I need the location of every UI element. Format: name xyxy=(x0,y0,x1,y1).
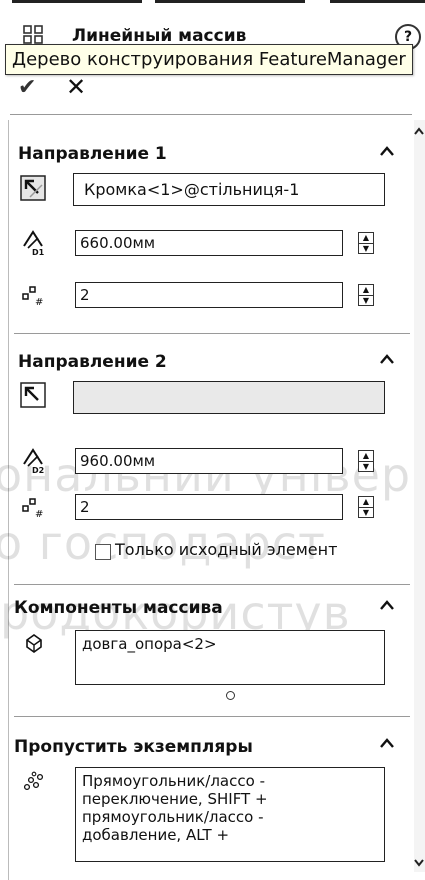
scroll-down-icon[interactable] xyxy=(413,858,425,868)
hint-line: добавление, ALT + xyxy=(82,826,230,844)
spin-up-icon[interactable]: ▲ xyxy=(359,451,373,462)
instances-count-icon: # xyxy=(22,498,43,520)
components-list[interactable]: довга_опора<2> xyxy=(75,630,385,685)
distance-badge: D2 xyxy=(32,466,45,475)
spin-up-icon[interactable]: ▲ xyxy=(359,497,373,508)
skip-instances-title: Пропустить экземпляры xyxy=(14,737,253,757)
direction-arrow-icon[interactable] xyxy=(20,382,46,408)
only-seed-checkbox[interactable] xyxy=(95,544,111,560)
svg-text:#: # xyxy=(35,509,43,520)
spin-down-icon[interactable]: ▼ xyxy=(359,296,373,306)
resize-handle[interactable] xyxy=(226,691,235,700)
hint-line: переключение, SHIFT + xyxy=(82,790,268,808)
direction2-count-input[interactable]: 2 xyxy=(75,494,343,520)
spin-up-icon[interactable]: ▲ xyxy=(359,233,373,244)
tab-indicator xyxy=(330,0,425,3)
scroll-up-icon[interactable] xyxy=(413,126,425,136)
hint-line: Прямоугольник/лассо - xyxy=(82,772,265,790)
cancel-button[interactable]: ✕ xyxy=(66,73,86,101)
divider xyxy=(14,333,410,334)
collapse-chevron-icon[interactable] xyxy=(378,735,396,753)
collapse-chevron-icon[interactable] xyxy=(378,597,396,615)
components-title: Компоненты массива xyxy=(14,598,223,618)
spin-down-icon[interactable]: ▼ xyxy=(359,508,373,518)
spin-up-icon[interactable]: ▲ xyxy=(359,285,373,296)
direction1-count-spinner[interactable]: ▲ ▼ xyxy=(358,284,374,306)
direction2-title: Направление 2 xyxy=(18,352,167,372)
distance-badge: D1 xyxy=(32,248,45,257)
direction1-distance-input[interactable]: 660.00мм xyxy=(75,230,343,256)
spin-down-icon[interactable]: ▼ xyxy=(359,462,373,472)
tab-indicator xyxy=(12,0,142,3)
panel-title: Линейный массив xyxy=(72,26,247,42)
direction1-title: Направление 1 xyxy=(18,144,167,164)
tab-indicator xyxy=(155,0,305,3)
direction1-edge-field[interactable]: Кромка<1>@стільниця-1 xyxy=(73,173,385,206)
scrollbar[interactable] xyxy=(414,120,425,872)
divider xyxy=(14,716,410,717)
svg-text:#: # xyxy=(35,297,43,308)
ok-button[interactable]: ✔ xyxy=(18,75,36,100)
collapse-chevron-icon[interactable] xyxy=(378,143,396,161)
divider xyxy=(14,584,410,585)
direction1-distance-spinner[interactable]: ▲ ▼ xyxy=(358,232,374,254)
collapse-chevron-icon[interactable] xyxy=(378,351,396,369)
instances-count-icon: # xyxy=(22,286,43,308)
list-item[interactable]: довга_опора<2> xyxy=(82,635,378,653)
skip-instances-icon xyxy=(23,771,44,791)
direction-arrow-icon[interactable] xyxy=(20,175,46,201)
divider xyxy=(10,114,412,115)
component-icon xyxy=(26,634,42,653)
spin-down-icon[interactable]: ▼ xyxy=(359,244,373,254)
only-seed-label: Только исходный элемент xyxy=(115,540,338,559)
hint-line: прямоугольник/лассо - xyxy=(82,808,264,826)
direction2-count-spinner[interactable]: ▲ ▼ xyxy=(358,496,374,518)
direction2-distance-input[interactable]: 960.00мм xyxy=(75,448,343,474)
skip-instances-list[interactable]: Прямоугольник/лассо - переключение, SHIF… xyxy=(75,767,385,862)
direction1-count-input[interactable]: 2 xyxy=(75,282,343,308)
tooltip: Дерево конструирования FeatureManager xyxy=(5,44,413,75)
direction2-distance-spinner[interactable]: ▲ ▼ xyxy=(358,450,374,472)
direction2-edge-field[interactable] xyxy=(73,381,385,414)
